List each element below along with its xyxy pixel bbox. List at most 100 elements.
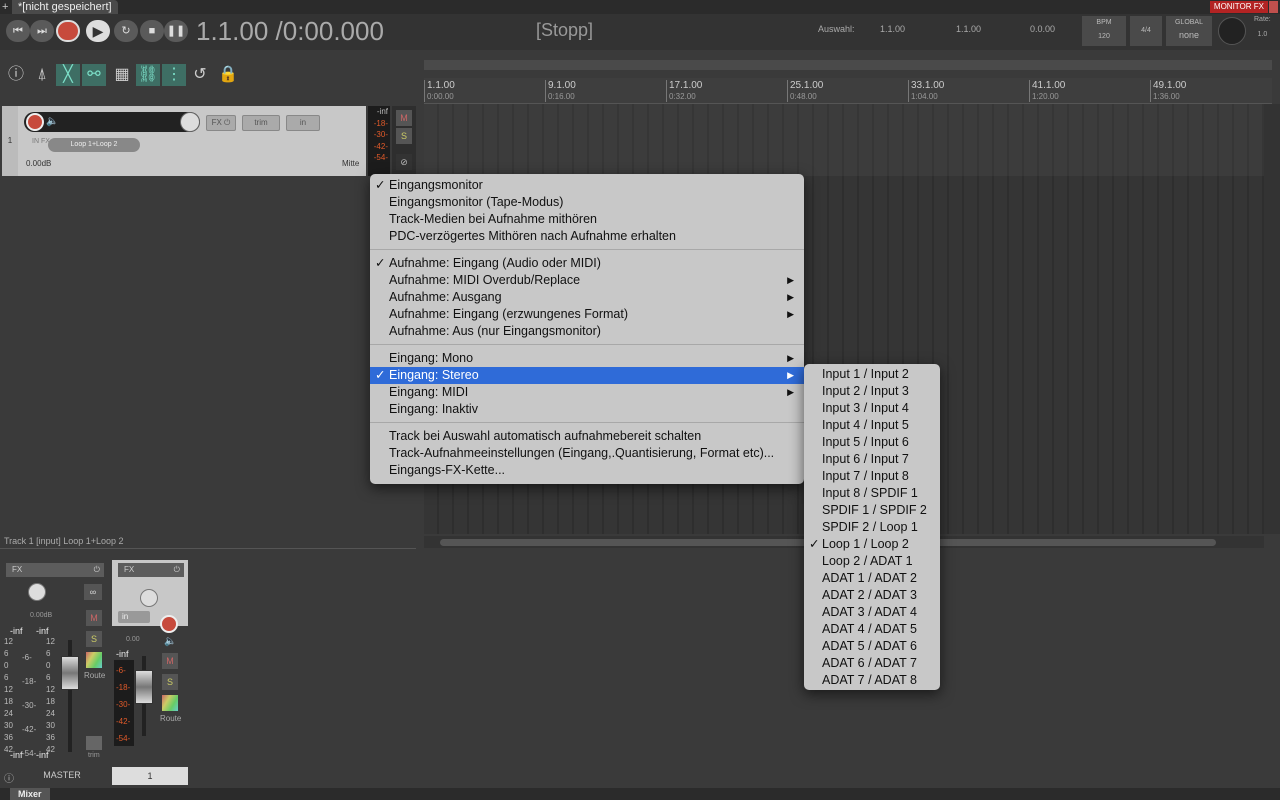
lock-icon[interactable]: 🔒 bbox=[216, 64, 240, 86]
track-mute-button[interactable]: M bbox=[162, 653, 178, 669]
region-lane[interactable] bbox=[424, 60, 1272, 70]
submenu-item[interactable]: ADAT 4 / ADAT 5 bbox=[804, 621, 940, 638]
auto-crossfade-icon[interactable]: ╳ bbox=[56, 64, 80, 86]
menu-item-record-output[interactable]: Aufnahme: Ausgang ▶ bbox=[370, 289, 804, 306]
selection-end[interactable]: 1.1.00 bbox=[956, 24, 981, 34]
master-fader[interactable] bbox=[61, 656, 79, 690]
bpm-display[interactable]: BPM 120 bbox=[1082, 16, 1126, 46]
submenu-item[interactable]: ADAT 6 / ADAT 7 bbox=[804, 655, 940, 672]
track-record-arm-button[interactable] bbox=[160, 615, 178, 633]
menu-item-record-off[interactable]: Aufnahme: Aus (nur Eingangsmonitor) bbox=[370, 323, 804, 340]
submenu-item[interactable]: Input 8 / SPDIF 1 bbox=[804, 485, 940, 502]
mono-stereo-icon[interactable]: ∞ bbox=[84, 584, 102, 600]
mixer-tab[interactable]: Mixer bbox=[10, 788, 50, 800]
play-button[interactable]: ▶ bbox=[86, 20, 110, 42]
add-tab-icon[interactable]: + bbox=[2, 0, 8, 14]
master-mute-button[interactable]: M bbox=[86, 610, 102, 626]
submenu-item[interactable]: ADAT 3 / ADAT 4 bbox=[804, 604, 940, 621]
input-selector[interactable]: Loop 1+Loop 2 bbox=[48, 138, 140, 152]
info-icon[interactable]: ⓘ bbox=[4, 64, 28, 86]
menu-item-record-midi-overdub[interactable]: Aufnahme: MIDI Overdub/Replace ▶ bbox=[370, 272, 804, 289]
submenu-item[interactable]: ADAT 1 / ADAT 2 bbox=[804, 570, 940, 587]
submenu-item[interactable]: Input 2 / Input 3 bbox=[804, 383, 940, 400]
master-pan-knob[interactable] bbox=[28, 583, 46, 601]
monitor-fx-button[interactable]: MONITOR FX bbox=[1209, 1, 1268, 13]
submenu-item[interactable]: ADAT 5 / ADAT 6 bbox=[804, 638, 940, 655]
ripple-icon[interactable]: ⛓ bbox=[136, 64, 160, 86]
record-button[interactable] bbox=[56, 20, 80, 42]
submenu-item[interactable]: SPDIF 1 / SPDIF 2 bbox=[804, 502, 940, 519]
track-fx-button[interactable]: FX ⏻ bbox=[118, 563, 184, 577]
mute-button[interactable]: M bbox=[396, 110, 412, 126]
track-fader[interactable] bbox=[135, 670, 153, 704]
track-meter[interactable]: -inf -18- -30- -42- -54- bbox=[368, 106, 390, 176]
menu-item-record-input-forced[interactable]: Aufnahme: Eingang (erzwungenes Format) ▶ bbox=[370, 306, 804, 323]
submenu-item-selected[interactable]: ✓ Loop 1 / Loop 2 bbox=[804, 536, 940, 553]
track-lane[interactable] bbox=[424, 104, 1264, 176]
submenu-item[interactable]: Input 5 / Input 6 bbox=[804, 434, 940, 451]
menu-item-input-fx-chain[interactable]: Eingangs-FX-Kette... bbox=[370, 462, 804, 479]
track-pan-knob[interactable] bbox=[140, 589, 158, 607]
menu-item-input-stereo[interactable]: ✓ Eingang: Stereo ▶ bbox=[370, 367, 804, 384]
menu-item-input-mono[interactable]: Eingang: Mono ▶ bbox=[370, 350, 804, 367]
link-icon[interactable]: ⚯ bbox=[82, 64, 106, 86]
submenu-item[interactable]: Input 3 / Input 4 bbox=[804, 400, 940, 417]
track-strip-label[interactable]: 1 bbox=[112, 767, 188, 785]
rate-knob[interactable] bbox=[1218, 17, 1246, 45]
speaker-icon[interactable]: 🔈 bbox=[164, 636, 176, 647]
metronome-icon[interactable]: ⍋ bbox=[30, 64, 54, 86]
solo-button[interactable]: S bbox=[396, 128, 412, 144]
mixer-divider[interactable] bbox=[0, 548, 416, 549]
envelope-icon[interactable] bbox=[86, 736, 102, 750]
global-automation-override[interactable]: GLOBAL none bbox=[1166, 16, 1212, 46]
skip-forward-button[interactable]: ⏭ bbox=[30, 20, 54, 42]
menu-item-input-monitor-tape[interactable]: Eingangsmonitor (Tape-Modus) bbox=[370, 194, 804, 211]
master-solo-button[interactable]: S bbox=[86, 631, 102, 647]
time-signature[interactable]: 4/4 bbox=[1130, 16, 1162, 46]
vertical-scrollbar[interactable] bbox=[1264, 104, 1280, 534]
route-icon[interactable] bbox=[86, 652, 102, 668]
menu-item-record-settings[interactable]: Track-Aufnahmeeinstellungen (Eingang,.Qu… bbox=[370, 445, 804, 462]
menu-item-record-input[interactable]: ✓ Aufnahme: Eingang (Audio oder MIDI) bbox=[370, 255, 804, 272]
submenu-item[interactable]: Input 6 / Input 7 bbox=[804, 451, 940, 468]
power-icon[interactable]: ⏻ bbox=[94, 563, 100, 577]
speaker-icon[interactable]: 🔈 bbox=[46, 116, 58, 127]
volume-knob[interactable] bbox=[180, 112, 200, 132]
menu-item-input-monitor[interactable]: ✓ Eingangsmonitor bbox=[370, 177, 804, 194]
menu-item-monitor-track-media[interactable]: Track-Medien bei Aufnahme mithören bbox=[370, 211, 804, 228]
project-tab[interactable]: *[nicht gespeichert] bbox=[12, 0, 118, 14]
stop-button[interactable]: ■ bbox=[140, 20, 164, 42]
menu-item-pdc-monitoring[interactable]: PDC-verzögertes Mithören nach Aufnahme e… bbox=[370, 228, 804, 245]
submenu-item[interactable]: Input 4 / Input 5 bbox=[804, 417, 940, 434]
menu-item-auto-arm[interactable]: Track bei Auswahl automatisch aufnahmebe… bbox=[370, 428, 804, 445]
snap-grid-icon[interactable]: ⋮ bbox=[162, 64, 186, 86]
grid-icon[interactable]: ▦ bbox=[110, 64, 134, 86]
record-arm-button[interactable] bbox=[26, 113, 44, 131]
submenu-item[interactable]: SPDIF 2 / Loop 1 bbox=[804, 519, 940, 536]
fx-button[interactable]: FX ⏻ bbox=[206, 115, 236, 131]
menu-item-input-midi[interactable]: Eingang: MIDI ▶ bbox=[370, 384, 804, 401]
pause-button[interactable]: ❚❚ bbox=[164, 20, 188, 42]
track-number[interactable]: 1 bbox=[2, 106, 18, 176]
track-input-button[interactable]: in bbox=[118, 611, 150, 623]
phase-icon[interactable]: ⊘ bbox=[396, 154, 412, 170]
selection-start[interactable]: 1.1.00 bbox=[880, 24, 905, 34]
input-dropdown[interactable]: in bbox=[286, 115, 320, 131]
master-info-icon[interactable]: ⓘ bbox=[4, 770, 14, 785]
submenu-item[interactable]: ADAT 2 / ADAT 3 bbox=[804, 587, 940, 604]
submenu-item[interactable]: Input 7 / Input 8 bbox=[804, 468, 940, 485]
trim-button[interactable]: trim bbox=[242, 115, 280, 131]
monitor-fx-bypass-button[interactable] bbox=[1269, 1, 1278, 13]
submenu-item[interactable]: Loop 2 / ADAT 1 bbox=[804, 553, 940, 570]
master-fx-button[interactable]: FX ⏻ bbox=[6, 563, 104, 577]
submenu-item[interactable]: ADAT 7 / ADAT 8 bbox=[804, 672, 940, 689]
selection-length[interactable]: 0.0.00 bbox=[1030, 24, 1055, 34]
menu-item-input-inactive[interactable]: Eingang: Inaktiv bbox=[370, 401, 804, 418]
track-solo-button[interactable]: S bbox=[162, 674, 178, 690]
loop-icon[interactable]: ↺ bbox=[188, 64, 212, 86]
route-icon[interactable] bbox=[162, 695, 178, 711]
power-icon[interactable]: ⏻ bbox=[174, 563, 180, 577]
submenu-item[interactable]: Input 1 / Input 2 bbox=[804, 366, 940, 383]
repeat-button[interactable]: ↻ bbox=[114, 20, 138, 42]
skip-back-button[interactable]: ⏮ bbox=[6, 20, 30, 42]
